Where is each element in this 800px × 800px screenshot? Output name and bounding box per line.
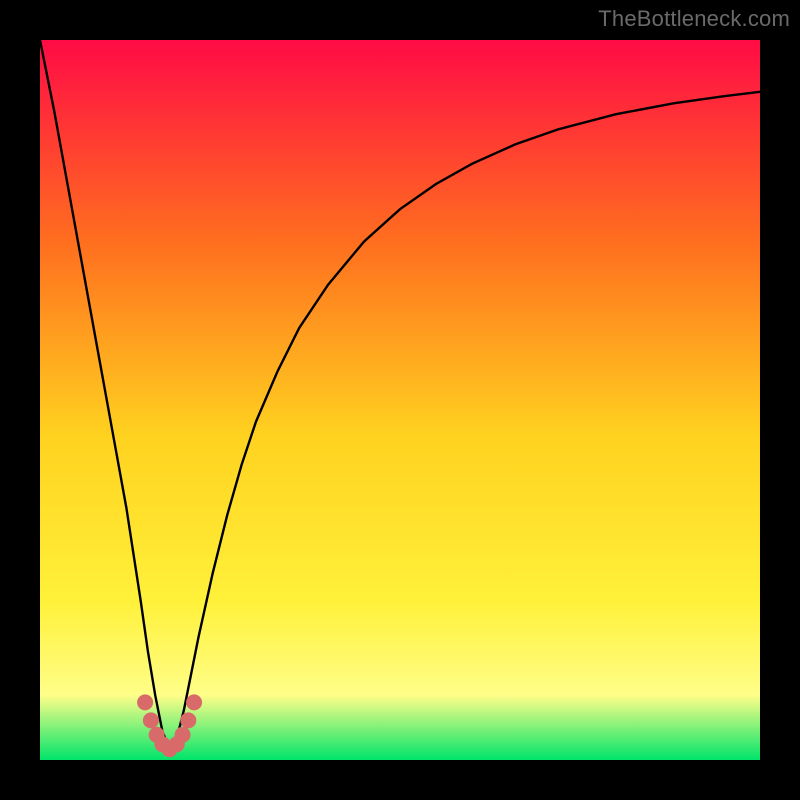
marker-dot xyxy=(180,712,196,728)
plot-area xyxy=(40,40,760,760)
outer-frame: TheBottleneck.com xyxy=(0,0,800,800)
marker-dot xyxy=(186,694,202,710)
marker-dot xyxy=(143,712,159,728)
watermark-text: TheBottleneck.com xyxy=(598,6,790,32)
marker-dot xyxy=(175,727,191,743)
chart-svg xyxy=(40,40,760,760)
marker-dot xyxy=(137,694,153,710)
